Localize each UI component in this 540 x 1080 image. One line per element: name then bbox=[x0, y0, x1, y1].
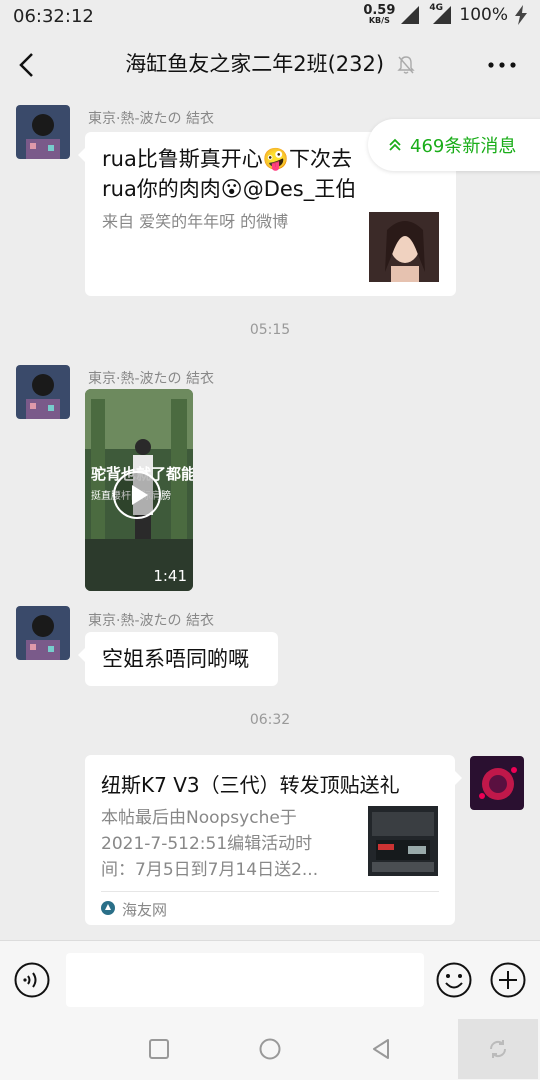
sender-name: 東京·熱-波たの 結衣 bbox=[88, 111, 214, 127]
video-duration: 1:41 bbox=[153, 567, 187, 585]
play-icon bbox=[113, 471, 161, 519]
nav-recents-button[interactable] bbox=[148, 1038, 170, 1064]
new-messages-button[interactable]: 469条新消息 bbox=[368, 119, 540, 171]
text-message[interactable]: 空姐系唔同啲嘅 bbox=[78, 632, 278, 686]
link-title: 纽斯K7 V3（三代）转发顶贴送礼 bbox=[101, 773, 400, 797]
link-desc-line-1: 本帖最后由Noopsyche于 bbox=[101, 808, 297, 828]
battery-percent: 100% bbox=[459, 4, 508, 25]
link-desc-line-2: 2021-7-512:51编辑活动时 bbox=[101, 834, 313, 854]
double-chevron-up-icon bbox=[389, 138, 401, 151]
link-desc-line-3: 间：7月5日到7月14日送2... bbox=[101, 860, 319, 880]
link-card[interactable]: 纽斯K7 V3（三代）转发顶贴送礼 本帖最后由Noopsyche于 2021-7… bbox=[85, 755, 462, 925]
rotate-icon bbox=[489, 1040, 507, 1058]
more-icon bbox=[488, 62, 516, 68]
new-messages-label: 469条新消息 bbox=[410, 136, 517, 157]
emoji-button[interactable] bbox=[436, 962, 472, 1002]
sender-name: 東京·熱-波たの 結衣 bbox=[88, 371, 214, 387]
nav-home-button[interactable] bbox=[258, 1037, 282, 1065]
time-separator: 06:32 bbox=[249, 712, 291, 728]
message-text: 空姐系唔同啲嘅 bbox=[102, 647, 249, 671]
share-thumbnail bbox=[369, 212, 439, 282]
sender-avatar[interactable] bbox=[16, 606, 70, 660]
link-divider bbox=[101, 891, 439, 892]
status-time: 06:32:12 bbox=[13, 6, 94, 27]
share-line-1: rua比鲁斯真开心🤪下次去 bbox=[102, 147, 352, 171]
time-separator: 05:15 bbox=[249, 322, 291, 338]
voice-icon bbox=[14, 962, 50, 998]
share-source: 来自 爱笑的年年呀 的微博 bbox=[102, 212, 289, 231]
nav-square-icon bbox=[149, 1039, 169, 1059]
mute-bell-icon bbox=[397, 56, 415, 74]
my-avatar[interactable] bbox=[470, 756, 524, 810]
play-button[interactable] bbox=[112, 470, 162, 520]
more-button[interactable] bbox=[488, 54, 516, 73]
status-icons: 0.59 KB/S 4G 100% bbox=[363, 3, 528, 25]
charging-icon bbox=[515, 4, 527, 25]
back-arrow-icon bbox=[19, 53, 33, 77]
back-button[interactable] bbox=[14, 50, 42, 80]
nav-back-icon bbox=[373, 1039, 389, 1059]
rotate-button[interactable] bbox=[458, 1019, 538, 1079]
system-nav-bar bbox=[0, 1018, 540, 1080]
chat-header: 海缸鱼友之家二年2班(232) bbox=[0, 34, 540, 96]
net-speed: 0.59 KB/S bbox=[363, 4, 395, 25]
link-thumbnail bbox=[368, 806, 438, 876]
wifi-icon bbox=[401, 5, 420, 24]
plus-button[interactable] bbox=[490, 962, 526, 1002]
cellular-icon: 4G bbox=[427, 3, 453, 24]
sender-name: 東京·熱-波たの 結衣 bbox=[88, 613, 214, 629]
input-bar bbox=[0, 940, 540, 1019]
plus-icon bbox=[490, 962, 526, 998]
emoji-icon bbox=[436, 962, 472, 998]
share-line-2: rua你的肉肉😮@Des_王伯 bbox=[102, 177, 357, 201]
video-message[interactable]: 驼背也就了都能 挺直腰杆国际肩膀 1:41 bbox=[85, 389, 193, 591]
voice-button[interactable] bbox=[14, 962, 50, 1002]
source-logo-icon bbox=[101, 901, 115, 915]
sender-avatar[interactable] bbox=[16, 365, 70, 419]
status-bar: 06:32:12 0.59 KB/S 4G 100% bbox=[0, 0, 540, 34]
net-speed-unit: KB/S bbox=[368, 16, 390, 25]
chat-title-text: 海缸鱼友之家二年2班(232) bbox=[125, 52, 385, 76]
link-source: 海友网 bbox=[122, 901, 168, 919]
message-input[interactable] bbox=[66, 953, 424, 1007]
sender-avatar[interactable] bbox=[16, 105, 70, 159]
nav-back-button[interactable] bbox=[370, 1037, 392, 1065]
nav-circle-icon bbox=[259, 1038, 281, 1060]
chat-title[interactable]: 海缸鱼友之家二年2班(232) bbox=[60, 48, 480, 78]
